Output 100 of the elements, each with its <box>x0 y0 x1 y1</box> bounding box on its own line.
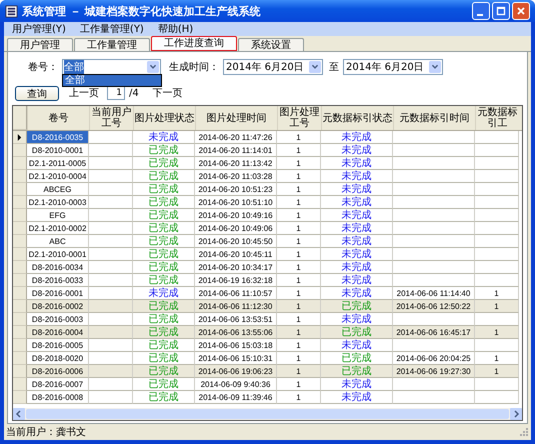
table-cell[interactable]: D8-2016-0035 <box>27 131 89 144</box>
row-header[interactable] <box>13 131 27 144</box>
table-cell[interactable]: D2.1-2010-0003 <box>27 196 89 209</box>
minimize-icon <box>477 14 483 16</box>
table-cell <box>89 144 133 157</box>
page-field[interactable]: 1 <box>107 86 125 100</box>
table-cell: 2014-06-06 16:45:17 <box>393 326 475 339</box>
table-cell: 已完成 <box>133 222 195 235</box>
table-cell: 2014-06-19 16:32:18 <box>195 274 277 287</box>
table-cell: 1 <box>277 326 321 339</box>
scrollbar-thumb[interactable] <box>26 409 509 419</box>
minimize-button[interactable] <box>472 2 490 20</box>
column-header[interactable]: 当前用户工号 <box>89 106 133 130</box>
date-value: 2014年 6月20日 <box>226 61 304 74</box>
table-cell: 已完成 <box>133 144 195 157</box>
table-cell[interactable]: D2.1-2010-0001 <box>27 248 89 261</box>
table-cell: 已完成 <box>133 261 195 274</box>
table-cell: 未完成 <box>321 157 393 170</box>
table-cell[interactable]: EFG <box>27 209 89 222</box>
table-cell: 未完成 <box>321 183 393 196</box>
table-cell <box>475 157 519 170</box>
query-button[interactable]: 查询 <box>15 86 59 100</box>
resize-grip-icon[interactable] <box>519 427 529 437</box>
column-header[interactable]: 元数据标引状态 <box>321 106 393 130</box>
table-cell <box>475 222 519 235</box>
table-cell: 1 <box>277 170 321 183</box>
table-cell <box>89 196 133 209</box>
table-cell[interactable]: D8-2016-0004 <box>27 326 89 339</box>
table-cell: 已完成 <box>133 183 195 196</box>
table-cell <box>475 196 519 209</box>
column-header[interactable]: 图片处理状态 <box>133 106 195 130</box>
table-cell: 已完成 <box>133 365 195 378</box>
table-cell[interactable]: D2.1-2010-0004 <box>27 170 89 183</box>
tab[interactable]: 系统设置 <box>238 38 304 51</box>
table-cell: 2014-06-20 10:51:23 <box>195 183 277 196</box>
table-cell: 1 <box>277 339 321 352</box>
date-to-picker[interactable]: 2014年 6月20日 <box>343 59 443 75</box>
date-value: 2014年 6月20日 <box>346 61 424 74</box>
table-cell[interactable]: ABCEG <box>27 183 89 196</box>
table-cell: 未完成 <box>321 209 393 222</box>
table-cell: 2014-06-06 13:55:06 <box>195 326 277 339</box>
table-cell: 2014-06-06 15:03:18 <box>195 339 277 352</box>
column-header[interactable]: 图片处理时间 <box>195 106 277 130</box>
table-cell[interactable]: D8-2016-0005 <box>27 339 89 352</box>
table-cell <box>89 391 133 404</box>
table-cell[interactable]: D8-2016-0007 <box>27 378 89 391</box>
table-cell <box>89 274 133 287</box>
prev-page-link[interactable]: 上一页 <box>69 86 99 100</box>
table-cell[interactable]: D2.1-2010-0002 <box>27 222 89 235</box>
table-cell[interactable]: D8-2016-0006 <box>27 365 89 378</box>
table-cell[interactable]: D2.1-2011-0005 <box>27 157 89 170</box>
table-cell[interactable]: D8-2016-0008 <box>27 391 89 404</box>
table-cell: 未完成 <box>321 170 393 183</box>
table-cell: 已完成 <box>133 248 195 261</box>
table-cell: 已完成 <box>321 365 393 378</box>
table-cell <box>89 261 133 274</box>
maximize-button[interactable] <box>492 2 510 20</box>
column-header[interactable]: 元数据标引工 <box>475 106 519 130</box>
table-cell: 未完成 <box>321 248 393 261</box>
table-cell: 2014-06-20 10:45:11 <box>195 248 277 261</box>
column-header[interactable]: 元数据标引时间 <box>393 106 475 130</box>
table-cell <box>475 235 519 248</box>
scroll-left-icon[interactable] <box>13 408 25 420</box>
menu-item[interactable]: 帮助(H) <box>158 22 194 36</box>
caret-icon <box>429 61 441 73</box>
horizontal-scrollbar[interactable] <box>13 408 522 420</box>
table-cell: 已完成 <box>133 274 195 287</box>
table-cell: 1 <box>475 365 519 378</box>
table-cell <box>475 274 519 287</box>
table-cell: 已完成 <box>133 196 195 209</box>
dropdown-option[interactable]: 全部 <box>63 75 161 86</box>
table-cell <box>475 248 519 261</box>
tab[interactable]: 用户管理 <box>7 38 73 51</box>
table-cell <box>89 222 133 235</box>
column-header[interactable]: 卷号 <box>27 106 89 130</box>
table-cell[interactable]: D8-2010-0001 <box>27 144 89 157</box>
date-label: 生成时间： <box>169 60 219 74</box>
table-cell <box>475 144 519 157</box>
table-cell[interactable]: D8-2016-0034 <box>27 261 89 274</box>
menu-item[interactable]: 工作量管理(Y) <box>80 22 144 36</box>
tab[interactable]: 工作量管理 <box>74 38 150 51</box>
volume-label: 卷号： <box>28 61 58 74</box>
date-from-picker[interactable]: 2014年 6月20日 <box>223 59 323 75</box>
table-cell: 未完成 <box>321 378 393 391</box>
table-cell[interactable]: ABC <box>27 235 89 248</box>
table-cell <box>89 183 133 196</box>
column-header[interactable]: 图片处理工号 <box>277 106 321 130</box>
next-page-link[interactable]: 下一页 <box>152 86 183 100</box>
tab[interactable]: 工作进度查询 <box>151 36 237 51</box>
table-cell <box>89 378 133 391</box>
table-cell: 已完成 <box>133 378 195 391</box>
menu-item[interactable]: 用户管理(Y) <box>12 22 66 36</box>
table-cell[interactable]: D8-2016-0033 <box>27 274 89 287</box>
close-button[interactable] <box>512 2 530 20</box>
scroll-right-icon[interactable] <box>510 408 522 420</box>
table-cell: 2014-06-06 19:06:23 <box>195 365 277 378</box>
table-cell[interactable]: D8-2016-0002 <box>27 300 89 313</box>
table-cell: 未完成 <box>321 144 393 157</box>
table-cell: 1 <box>277 274 321 287</box>
window-title: 系统管理 － 城建档案数字化快速加工生产线系统 <box>22 4 261 18</box>
